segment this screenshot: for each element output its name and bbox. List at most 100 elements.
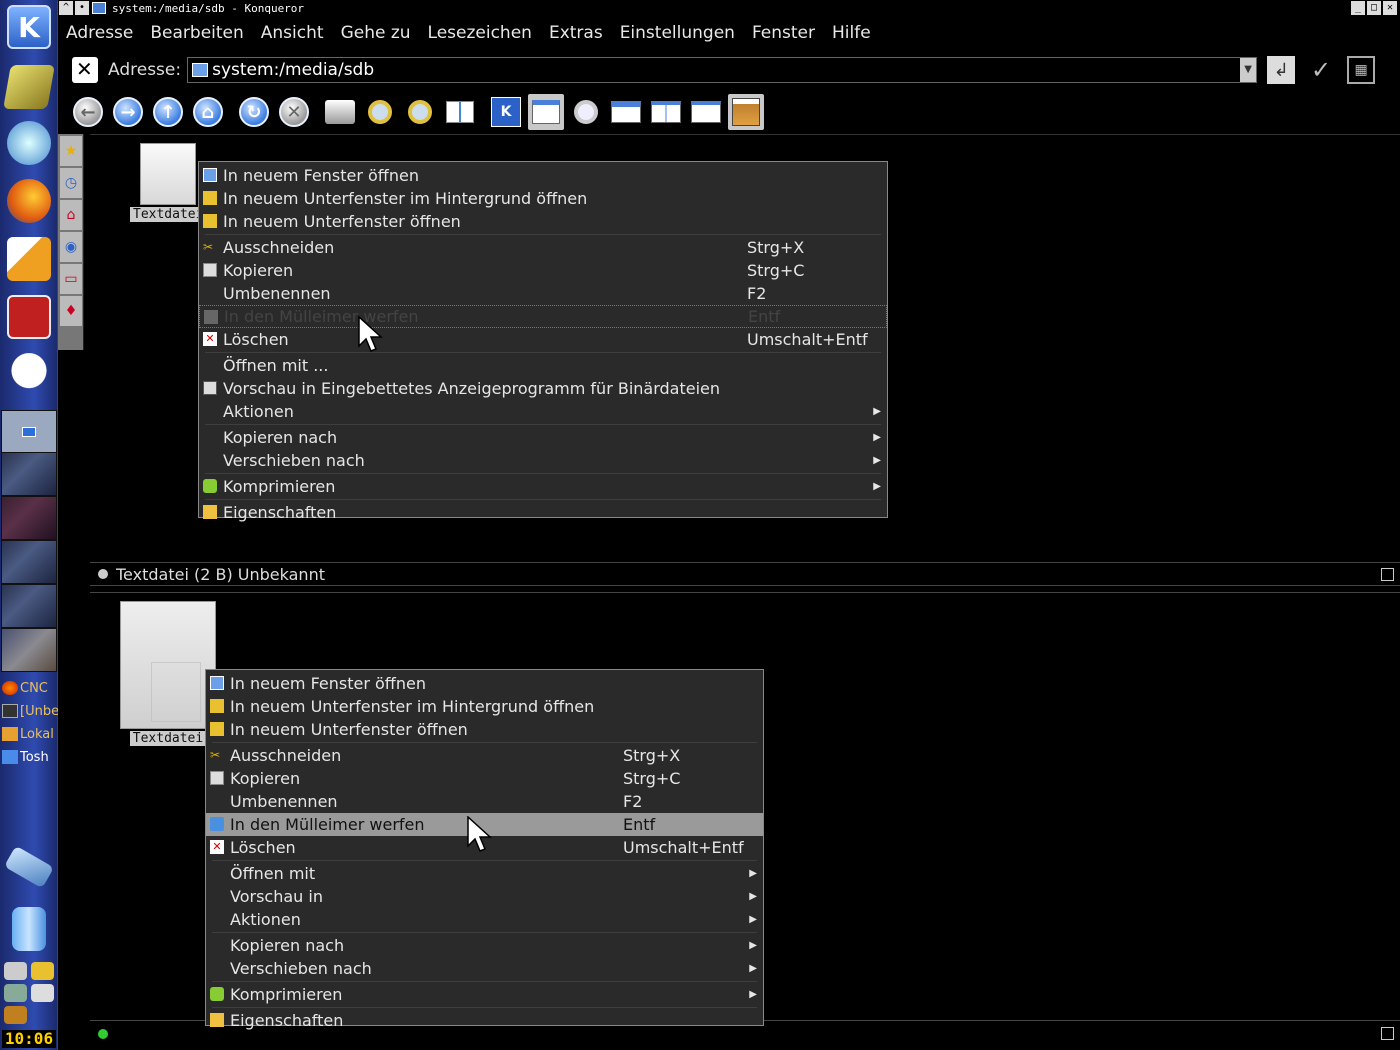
view-single-button[interactable] [688, 94, 724, 130]
menu-item-copy[interactable]: Kopieren Strg+C [199, 259, 887, 282]
reload-button[interactable]: ↻ [236, 94, 272, 130]
menu-item-rename[interactable]: Umbenennen F2 [206, 790, 763, 813]
menu-item-copy-to[interactable]: Kopieren nach ▶ [206, 934, 763, 957]
menu-item-delete[interactable]: ✕ Löschen Umschalt+Entf [199, 328, 887, 351]
menu-item-open-bg-tab[interactable]: In neuem Unterfenster im Hintergrund öff… [206, 695, 763, 718]
menu-einstellungen[interactable]: Einstellungen [620, 23, 735, 43]
menu-item-open-new-window[interactable]: In neuem Fenster öffnen [206, 672, 763, 695]
apply-icon[interactable]: ✓ [1305, 54, 1337, 86]
window-menu-button[interactable]: ^ [59, 1, 73, 15]
desktop-6[interactable] [1, 628, 57, 672]
sidebar-toggle-icon[interactable]: ▦ [1347, 56, 1376, 84]
desktop-1[interactable] [1, 410, 57, 454]
menu-item-open-with[interactable]: Öffnen mit ▶ [206, 862, 763, 885]
menu-item-compress[interactable]: Komprimieren ▶ [206, 983, 763, 1006]
menu-item-open-tab[interactable]: In neuem Unterfenster öffnen [199, 210, 887, 233]
desktop-4[interactable] [1, 540, 57, 584]
home-tab[interactable]: ⌂ [60, 200, 82, 230]
sticky-button[interactable]: • [75, 1, 89, 15]
menu-item-actions[interactable]: Aktionen ▶ [199, 400, 887, 423]
menu-item-properties[interactable]: Eigenschaften [206, 1009, 763, 1032]
task-item[interactable]: Lokal [2, 724, 58, 744]
menu-ansicht[interactable]: Ansicht [261, 23, 324, 43]
office-launcher[interactable] [4, 234, 54, 284]
network-tab[interactable]: ◉ [60, 232, 82, 262]
split-view-button[interactable] [528, 94, 564, 130]
home-button[interactable]: ⌂ [190, 94, 226, 130]
menu-item-open-bg-tab[interactable]: In neuem Unterfenster im Hintergrund öff… [199, 187, 887, 210]
desktop-5[interactable] [1, 584, 57, 628]
up-button[interactable]: ↑ [150, 94, 186, 130]
zoom-out-button[interactable] [402, 94, 438, 130]
menu-extras[interactable]: Extras [549, 23, 603, 43]
menu-item-cut[interactable]: ✂ Ausschneiden Strg+X [206, 744, 763, 767]
volume-icon[interactable] [4, 962, 27, 980]
clear-address-icon[interactable] [72, 57, 98, 83]
drive-launcher[interactable] [3, 62, 55, 112]
network-icon[interactable] [4, 984, 27, 1002]
menu-item-copy[interactable]: Kopieren Strg+C [206, 767, 763, 790]
desktop-3[interactable] [1, 496, 57, 540]
menu-item-copy-to[interactable]: Kopieren nach ▶ [199, 426, 887, 449]
image-button[interactable] [728, 94, 764, 130]
back-button[interactable]: ← [70, 94, 106, 130]
address-field[interactable]: system:/media/sdb ▼ [187, 57, 1258, 83]
desktop-2[interactable] [1, 452, 57, 496]
menu-bearbeiten[interactable]: Bearbeiten [150, 23, 243, 43]
link-view-checkbox[interactable] [1381, 1027, 1394, 1040]
menu-item-cut[interactable]: ✂ Ausschneiden Strg+X [199, 236, 887, 259]
menu-lesezeichen[interactable]: Lesezeichen [428, 23, 532, 43]
menu-hilfe[interactable]: Hilfe [832, 23, 871, 43]
menu-item-compress[interactable]: Komprimieren ▶ [199, 475, 887, 498]
menu-item-move-to[interactable]: Verschieben nach ▶ [199, 449, 887, 472]
menu-item-properties[interactable]: Eigenschaften [199, 501, 887, 524]
forward-button[interactable]: → [110, 94, 146, 130]
close-button[interactable]: ✕ [1383, 1, 1397, 15]
task-item[interactable]: CNC [2, 678, 58, 698]
menu-adresse[interactable]: Adresse [66, 23, 133, 43]
menu-item-open-new-window[interactable]: In neuem Fenster öffnen [199, 164, 887, 187]
file-item[interactable]: Textdatei [130, 143, 207, 222]
menu-item-open-with[interactable]: Öffnen mit ... [199, 354, 887, 377]
title-bar[interactable]: ^ • system:/media/sdb - Konqueror _ □ ✕ [58, 0, 1400, 16]
konqueror-launcher[interactable] [4, 118, 54, 168]
usb-launcher[interactable] [3, 842, 55, 892]
lock-icon[interactable] [31, 962, 54, 980]
kde-button[interactable]: K [488, 94, 524, 130]
package-icon[interactable] [4, 1006, 27, 1024]
menu-item-preview[interactable]: Vorschau in Eingebettetes Anzeigeprogram… [199, 377, 887, 400]
menu-item-move-to[interactable]: Verschieben nach ▶ [206, 957, 763, 980]
zoom-in-button[interactable] [362, 94, 398, 130]
menu-gehe-zu[interactable]: Gehe zu [341, 23, 411, 43]
menu-item-open-tab[interactable]: In neuem Unterfenster öffnen [206, 718, 763, 741]
clock[interactable]: 10:06 [2, 1030, 56, 1048]
chevron-down-icon[interactable]: ▼ [1240, 58, 1257, 82]
firefox-launcher[interactable] [4, 176, 54, 226]
bookmarks-tab[interactable]: ★ [60, 136, 82, 166]
stop-button[interactable]: ✕ [276, 94, 312, 130]
menu-item-preview[interactable]: Vorschau in ▶ [206, 885, 763, 908]
address-value[interactable]: system:/media/sdb [212, 60, 374, 80]
minimize-button[interactable]: _ [1351, 1, 1365, 15]
view-split-button[interactable] [648, 94, 684, 130]
services-tab[interactable]: ♦ [60, 296, 82, 326]
task-item[interactable]: [Unbe [2, 701, 58, 721]
menu-item-actions[interactable]: Aktionen ▶ [206, 908, 763, 931]
menu-fenster[interactable]: Fenster [752, 23, 815, 43]
file-item[interactable]: Textdatei [120, 601, 216, 746]
task-item[interactable]: Tosh [2, 747, 58, 767]
history-tab[interactable]: ◷ [60, 168, 82, 198]
tool-icon[interactable] [31, 984, 54, 1002]
menu-item-trash[interactable]: In den Mülleimer werfen Entf [199, 305, 887, 328]
app-launcher[interactable] [4, 292, 54, 342]
view-top-button[interactable] [608, 94, 644, 130]
link-view-checkbox[interactable] [1381, 568, 1394, 581]
maximize-button[interactable]: □ [1367, 1, 1381, 15]
ghost-launcher[interactable] [4, 350, 54, 400]
menu-item-rename[interactable]: Umbenennen F2 [199, 282, 887, 305]
view-mode-button[interactable] [442, 94, 478, 130]
find-button[interactable] [568, 94, 604, 130]
kde-menu-button[interactable]: K [4, 2, 54, 52]
print-button[interactable] [322, 94, 358, 130]
folder-tab[interactable]: ▭ [60, 264, 82, 294]
